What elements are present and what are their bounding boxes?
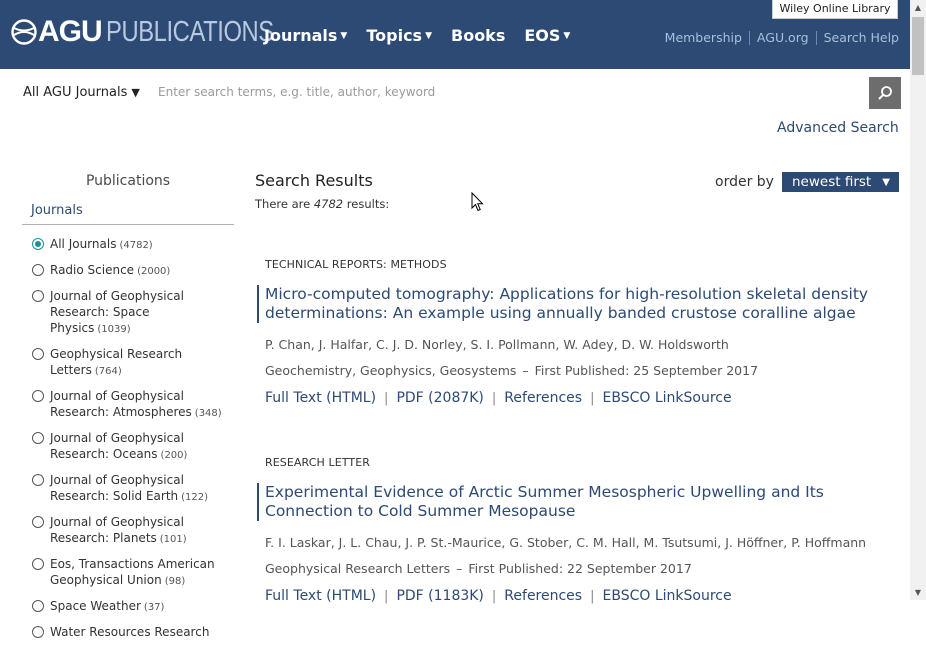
top-header: AGU PUBLICATIONS Journals ▼ Topics ▼ Books… [0,0,910,69]
facet-jgr-oceans[interactable]: Journal of Geophysical Research: Oceans(… [32,430,232,464]
main-nav: Journals ▼ Topics ▼ Books EOS ▼ [264,26,589,45]
article-journal: Geochemistry, Geophysics, Geosystems [265,363,517,378]
pdf-link[interactable]: PDF (2087K) [396,390,483,406]
article-links: Full Text (HTML) | PDF (2087K) | Reference… [265,390,905,406]
article-title-link[interactable]: Experimental Evidence of Arctic Summer M… [257,483,905,521]
caret-down-icon: ▼ [882,177,890,188]
order-by-select[interactable]: newest first ▼ [782,172,899,192]
radio-icon[interactable] [32,516,44,528]
order-by-label: order by [715,174,774,190]
references-link[interactable]: References [504,588,582,604]
references-link[interactable]: References [504,390,582,406]
search-icon [878,86,892,100]
nav-topics[interactable]: Topics ▼ [366,26,432,45]
search-input[interactable] [152,81,852,103]
divider: | [384,588,389,604]
logo-publications-text: PUBLICATIONS [105,15,274,48]
journal-scope-dropdown[interactable]: All AGU Journals ▼ [23,85,140,100]
nav-eos[interactable]: EOS ▼ [524,26,570,45]
page-scrollbar[interactable]: ▲ ▼ [910,0,926,600]
journal-facet-list: All Journals (4782) Radio Science (2000) J… [32,236,232,648]
caret-down-icon: ▼ [340,30,348,41]
divider: | [384,390,389,406]
divider [22,224,234,225]
advanced-search-link[interactable]: Advanced Search [777,120,899,136]
radio-icon[interactable] [32,290,44,302]
result-item: RESEARCH LETTER Experimental Evidence of… [257,456,905,604]
caret-down-icon: ▼ [131,86,140,99]
facet-all-journals[interactable]: All Journals (4782) [32,236,232,254]
article-published-date: First Published: 25 September 2017 [534,363,759,378]
publications-heading: Publications [85,173,171,189]
facet-jgr-planets[interactable]: Journal of Geophysical Research: Planets… [32,514,232,548]
agu-org-link[interactable]: AGU.org [757,30,809,45]
full-text-link[interactable]: Full Text (HTML) [265,390,376,406]
article-published-date: First Published: 22 September 2017 [468,561,692,576]
ebsco-linksource-link[interactable]: EBSCO LinkSource [602,588,731,604]
divider: | [491,390,497,406]
radio-icon[interactable] [32,348,44,360]
divider: | [590,588,595,604]
membership-link[interactable]: Membership [665,30,742,45]
radio-icon[interactable] [32,390,44,402]
article-type: TECHNICAL REPORTS: METHODS [265,258,447,271]
article-links: Full Text (HTML) | PDF (1183K) | Reference… [265,588,905,604]
facet-jgr-solid-earth[interactable]: Journal of Geophysical Research: Solid E… [32,472,232,506]
pdf-link[interactable]: PDF (1183K) [396,588,483,604]
radio-icon[interactable] [32,432,44,444]
facet-radio-science[interactable]: Radio Science (2000) [32,262,232,280]
search-help-link[interactable]: Search Help [824,30,899,45]
result-item: TECHNICAL REPORTS: METHODS Micro-compute… [257,258,905,406]
scroll-up-arrow-icon[interactable]: ▲ [910,0,926,15]
divider: | [491,588,497,604]
article-authors: P. Chan, J. Halfar, C. J. D. Norley, S. … [265,337,729,352]
facet-grl[interactable]: Geophysical Research Letters (764) [32,346,232,380]
caret-down-icon: ▼ [563,30,571,41]
radio-icon[interactable] [32,558,44,570]
caret-down-icon: ▼ [425,30,432,41]
divider [748,30,750,45]
radio-icon[interactable] [32,600,44,612]
facet-space-weather[interactable]: Space Weather (37) [32,598,232,616]
logo-agu-text: AGU [38,15,103,48]
article-type: RESEARCH LETTER [265,456,371,469]
facet-water-resources-research[interactable]: Water Resources Research [32,624,232,640]
divider: | [590,390,595,406]
agu-globe-icon [11,19,37,45]
results-count: There are 4782 results: [255,197,390,211]
ebsco-linksource-link[interactable]: EBSCO LinkSource [602,390,731,406]
article-journal: Geophysical Research Letters [265,561,451,576]
radio-icon[interactable] [32,626,44,638]
radio-selected-icon[interactable] [32,238,44,250]
nav-books[interactable]: Books [451,26,505,45]
search-results-heading: Search Results [255,171,373,190]
scroll-down-arrow-icon[interactable]: ▼ [910,585,926,600]
utility-links: Membership AGU.org Search Help [665,30,899,45]
article-authors: F. I. Laskar, J. L. Chau, J. P. St.-Maur… [265,535,867,550]
article-meta: Geophysical Research Letters – First Publi… [265,561,692,576]
search-bar: All AGU Journals ▼ [0,69,910,123]
article-title-link[interactable]: Micro-computed tomography: Applications … [257,285,905,323]
radio-icon[interactable] [32,264,44,276]
facet-eos[interactable]: Eos, Transactions American Geophysical U… [32,556,232,590]
article-meta: Geochemistry, Geophysics, Geosystems – Fir… [265,363,759,378]
journals-section-label: Journals [31,203,83,218]
search-button[interactable] [869,77,901,109]
radio-icon[interactable] [32,474,44,486]
wiley-online-library-link[interactable]: Wiley Online Library [772,0,898,19]
facet-jgr-atmospheres[interactable]: Journal of Geophysical Research: Atmosph… [32,388,232,422]
mouse-cursor-icon [471,192,484,212]
full-text-link[interactable]: Full Text (HTML) [265,588,376,604]
facet-jgr-space-physics[interactable]: Journal of Geophysical Research: Space P… [32,288,232,338]
divider [815,30,817,45]
nav-journals[interactable]: Journals ▼ [264,26,347,45]
scroll-thumb[interactable] [912,17,924,75]
